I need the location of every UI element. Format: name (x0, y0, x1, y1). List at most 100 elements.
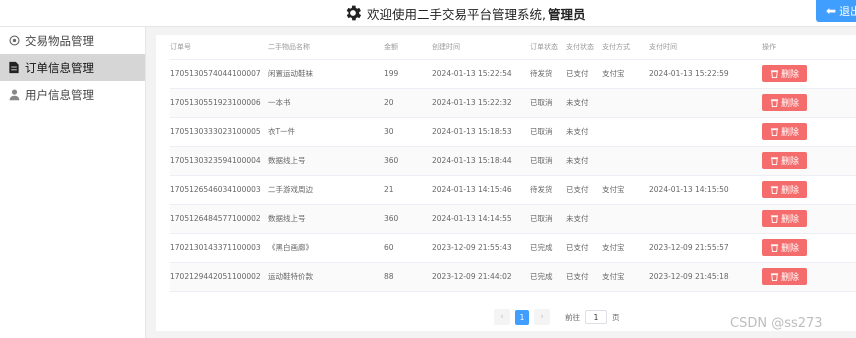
delete-button[interactable]: 删除 (762, 268, 807, 285)
actions-cell: 删除 (762, 146, 856, 176)
amount: 360 (384, 204, 432, 234)
column-header: 支付状态 (566, 35, 602, 60)
delete-button[interactable]: 删除 (762, 181, 807, 198)
created-time: 2023-12-09 21:55:43 (432, 233, 530, 263)
column-header: 金额 (384, 35, 432, 60)
sidebar: 交易物品管理 订单信息管理 用户信息管理 (0, 27, 146, 338)
goto-prefix: 前往 (565, 312, 580, 322)
delete-button[interactable]: 删除 (762, 123, 807, 140)
item-name: 数据线上号 (268, 146, 384, 176)
amount: 30 (384, 117, 432, 147)
table-body: 1705130574044100007 闲置运动鞋袜 199 2024-01-1… (170, 59, 856, 292)
trash-icon (770, 186, 779, 194)
delete-button[interactable]: 删除 (762, 65, 807, 82)
pay-status: 已支付 (566, 233, 602, 263)
amount: 360 (384, 146, 432, 176)
order-number: 1705126546034100003 (170, 175, 268, 205)
table-row: 1702129442051100002 运动鞋特价款 88 2023-12-09… (170, 262, 856, 292)
header-title: 欢迎使用二手交易平台管理系统, 管理员 (343, 3, 586, 23)
order-status: 已取消 (530, 146, 566, 176)
item-name: 运动鞋特价款 (268, 262, 384, 292)
trash-icon (770, 70, 779, 78)
order-number: 1705130333023100005 (170, 117, 268, 147)
delete-label: 删除 (780, 70, 799, 80)
delete-button[interactable]: 删除 (762, 94, 807, 111)
item-name: 二手游戏周边 (268, 175, 384, 205)
table-row: 1705130323594100004 数据线上号 360 2024-01-13… (170, 146, 856, 176)
delete-button[interactable]: 删除 (762, 152, 807, 169)
next-page-button[interactable]: › (534, 309, 550, 325)
actions-cell: 删除 (762, 233, 856, 263)
pay-method: 支付宝 (602, 175, 649, 205)
pay-status: 未支付 (566, 146, 602, 176)
table-header-row: 订单号 二手物品名称 金额 创建时间 订单状态 支付状态 支付方式 支付时间 操… (170, 35, 856, 60)
delete-button[interactable]: 删除 (762, 239, 807, 256)
order-status: 已取消 (530, 88, 566, 118)
sidebar-item-users[interactable]: 用户信息管理 (0, 81, 145, 108)
created-time: 2024-01-13 14:14:55 (432, 204, 530, 234)
created-time: 2024-01-13 15:18:53 (432, 117, 530, 147)
pay-status: 已支付 (566, 262, 602, 292)
item-name: 数据线上号 (268, 204, 384, 234)
sidebar-item-label: 交易物品管理 (25, 33, 94, 48)
actions-cell: 删除 (762, 175, 856, 205)
sidebar-item-label: 订单信息管理 (25, 60, 94, 75)
order-number: 1705126484577100002 (170, 204, 268, 234)
actions-cell: 删除 (762, 262, 856, 292)
pay-method (602, 204, 649, 234)
page-number-current[interactable]: 1 (515, 309, 529, 325)
order-number: 1702129442051100002 (170, 262, 268, 292)
column-header: 创建时间 (432, 35, 530, 60)
delete-label: 删除 (780, 128, 799, 138)
pay-time: 2023-12-09 21:45:18 (649, 262, 762, 292)
column-header: 二手物品名称 (268, 35, 384, 60)
actions-cell: 删除 (762, 88, 856, 118)
prev-page-button[interactable]: ‹ (494, 309, 510, 325)
column-header: 订单号 (170, 35, 268, 60)
pagination: ‹ 1 › 前往 1 页 (494, 309, 620, 325)
column-header: 支付方式 (602, 35, 649, 60)
order-number: 1705130551923100006 (170, 88, 268, 118)
item-name: 一本书 (268, 88, 384, 118)
table-row: 1702130143371100003 《黑白画廊》 60 2023-12-09… (170, 233, 856, 263)
order-status: 待发货 (530, 175, 566, 205)
created-time: 2024-01-13 15:22:54 (432, 59, 530, 89)
top-header: 欢迎使用二手交易平台管理系统, 管理员 ⬅ 退出 (0, 0, 856, 27)
pay-time: 2024-01-13 15:22:59 (649, 59, 762, 89)
delete-label: 删除 (780, 99, 799, 109)
order-number: 1702130143371100003 (170, 233, 268, 263)
delete-label: 删除 (780, 186, 799, 196)
delete-button[interactable]: 删除 (762, 210, 807, 227)
sidebar-item-items[interactable]: 交易物品管理 (0, 27, 145, 54)
pay-status: 未支付 (566, 88, 602, 118)
created-time: 2024-01-13 15:22:32 (432, 88, 530, 118)
item-name: 衣T一件 (268, 117, 384, 147)
delete-label: 删除 (780, 273, 799, 283)
order-status: 已取消 (530, 204, 566, 234)
order-status: 已完成 (530, 233, 566, 263)
logout-button[interactable]: ⬅ 退出 (816, 0, 856, 22)
pay-method: 支付宝 (602, 59, 649, 89)
sidebar-item-orders[interactable]: 订单信息管理 (0, 54, 145, 81)
trash-icon (770, 128, 779, 136)
amount: 88 (384, 262, 432, 292)
document-icon (7, 61, 21, 75)
pay-status: 已支付 (566, 175, 602, 205)
goto-page-input[interactable]: 1 (585, 310, 607, 324)
pay-status: 未支付 (566, 117, 602, 147)
trash-icon (770, 215, 779, 223)
delete-label: 删除 (780, 157, 799, 167)
order-status: 已完成 (530, 262, 566, 292)
pay-time (649, 117, 762, 147)
column-header: 订单状态 (530, 35, 566, 60)
item-name: 《黑白画廊》 (268, 233, 384, 263)
page-jump: 前往 1 页 (565, 310, 620, 324)
logout-icon: ⬅ (826, 4, 837, 18)
order-status: 已取消 (530, 117, 566, 147)
created-time: 2024-01-13 14:15:46 (432, 175, 530, 205)
table-row: 1705126546034100003 二手游戏周边 21 2024-01-13… (170, 175, 856, 205)
pay-method (602, 88, 649, 118)
actions-cell: 删除 (762, 204, 856, 234)
actions-cell: 删除 (762, 59, 856, 89)
trash-icon (770, 273, 779, 281)
